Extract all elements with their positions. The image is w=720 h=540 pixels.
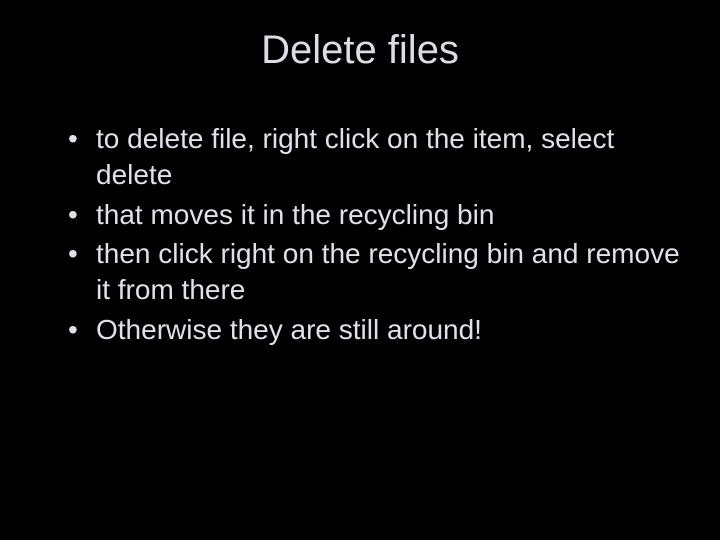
list-item: then click right on the recycling bin an… bbox=[68, 236, 680, 308]
slide-title: Delete files bbox=[40, 28, 680, 73]
list-item: that moves it in the recycling bin bbox=[68, 197, 680, 233]
slide: Delete files to delete file, right click… bbox=[0, 0, 720, 540]
bullet-list: to delete file, right click on the item,… bbox=[40, 121, 680, 348]
list-item: to delete file, right click on the item,… bbox=[68, 121, 680, 193]
list-item: Otherwise they are still around! bbox=[68, 312, 680, 348]
